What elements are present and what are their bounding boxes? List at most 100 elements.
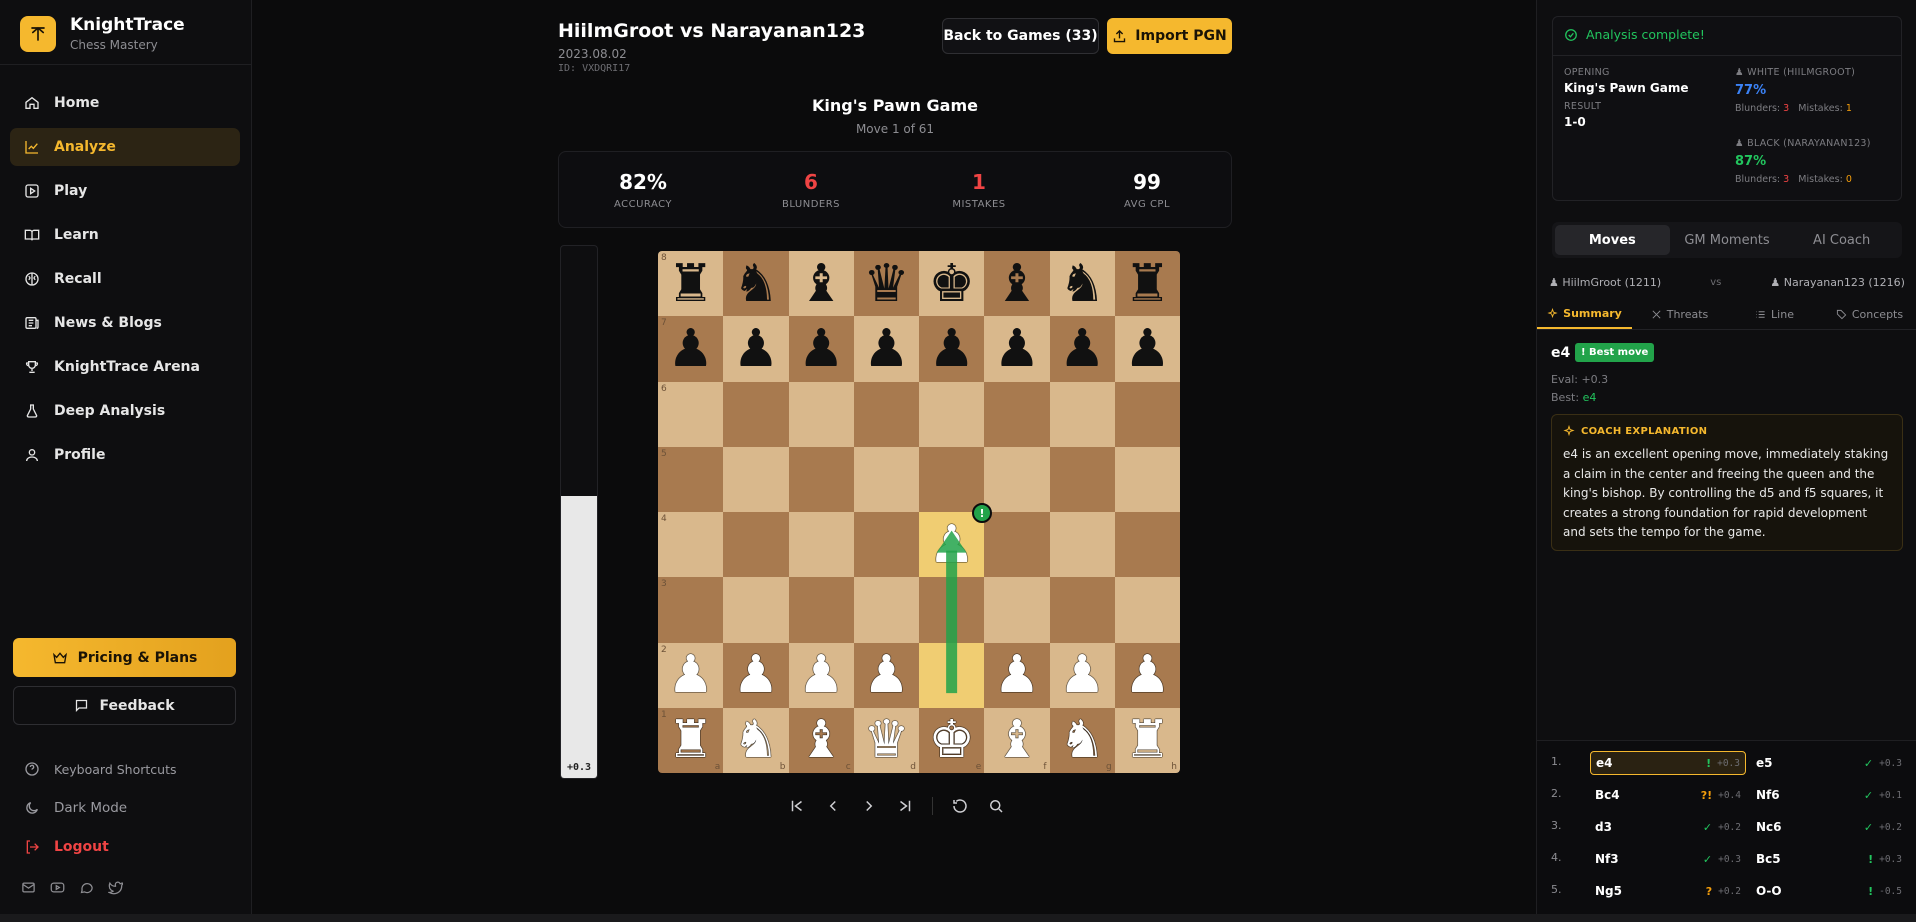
black-rook-piece[interactable]: ♜ bbox=[1124, 258, 1171, 310]
tab-moves[interactable]: Moves bbox=[1555, 225, 1670, 255]
square-d2[interactable]: ♟ bbox=[853, 642, 919, 708]
white-knight-piece[interactable]: ♞ bbox=[1059, 714, 1106, 766]
white-king-piece[interactable]: ♚ bbox=[928, 714, 975, 766]
white-rook-piece[interactable]: ♜ bbox=[1124, 714, 1171, 766]
square-c7[interactable]: ♟ bbox=[788, 316, 854, 382]
square-g6[interactable] bbox=[1049, 381, 1115, 447]
feedback-button[interactable]: Feedback bbox=[13, 686, 236, 725]
square-e6[interactable] bbox=[919, 381, 985, 447]
nav-item-play[interactable]: Play bbox=[10, 172, 240, 210]
black-rook-piece[interactable]: ♜ bbox=[667, 258, 714, 310]
white-pawn-piece[interactable]: ♟ bbox=[863, 649, 910, 701]
square-g7[interactable]: ♟ bbox=[1049, 316, 1115, 382]
square-h8[interactable]: ♜ bbox=[1114, 251, 1180, 317]
nav-item-news[interactable]: News & Blogs bbox=[10, 304, 240, 342]
nav-item-analyze[interactable]: Analyze bbox=[10, 128, 240, 166]
square-a6[interactable]: 6 bbox=[658, 381, 724, 447]
square-h3[interactable] bbox=[1114, 577, 1180, 643]
white-bishop-piece[interactable]: ♝ bbox=[798, 714, 845, 766]
black-knight-piece[interactable]: ♞ bbox=[1059, 258, 1106, 310]
square-c8[interactable]: ♝ bbox=[788, 251, 854, 317]
square-b6[interactable] bbox=[723, 381, 789, 447]
nav-item-recall[interactable]: Recall bbox=[10, 260, 240, 298]
square-e7[interactable]: ♟ bbox=[919, 316, 985, 382]
scrollbar-track[interactable] bbox=[0, 914, 1916, 922]
square-h5[interactable] bbox=[1114, 446, 1180, 512]
black-pawn-piece[interactable]: ♟ bbox=[928, 323, 975, 375]
nav-item-deep-analysis[interactable]: Deep Analysis bbox=[10, 392, 240, 430]
black-bishop-piece[interactable]: ♝ bbox=[798, 258, 845, 310]
square-f1[interactable]: f ♝ bbox=[984, 707, 1050, 773]
square-h2[interactable]: ♟ bbox=[1114, 642, 1180, 708]
square-g1[interactable]: g ♞ bbox=[1049, 707, 1115, 773]
prev-move-icon[interactable] bbox=[824, 797, 842, 815]
square-d5[interactable] bbox=[853, 446, 919, 512]
square-g3[interactable] bbox=[1049, 577, 1115, 643]
square-g2[interactable]: ♟ bbox=[1049, 642, 1115, 708]
black-move[interactable]: O-O ! -0.5 bbox=[1751, 879, 1907, 903]
nav-item-arena[interactable]: KnightTrace Arena bbox=[10, 348, 240, 386]
white-move[interactable]: Ng5 ? +0.2 bbox=[1590, 879, 1746, 903]
square-d1[interactable]: d ♛ bbox=[853, 707, 919, 773]
white-pawn-piece[interactable]: ♟ bbox=[667, 649, 714, 701]
square-h7[interactable]: ♟ bbox=[1114, 316, 1180, 382]
black-king-piece[interactable]: ♚ bbox=[928, 258, 975, 310]
square-h4[interactable] bbox=[1114, 512, 1180, 578]
square-a3[interactable]: 3 bbox=[658, 577, 724, 643]
white-pawn-piece[interactable]: ♟ bbox=[994, 649, 1041, 701]
black-pawn-piece[interactable]: ♟ bbox=[798, 323, 845, 375]
white-knight-piece[interactable]: ♞ bbox=[733, 714, 780, 766]
square-c5[interactable] bbox=[788, 446, 854, 512]
brand[interactable]: KnightTrace Chess Mastery bbox=[20, 15, 185, 52]
square-c2[interactable]: ♟ bbox=[788, 642, 854, 708]
white-bishop-piece[interactable]: ♝ bbox=[994, 714, 1041, 766]
square-a5[interactable]: 5 bbox=[658, 446, 724, 512]
square-f2[interactable]: ♟ bbox=[984, 642, 1050, 708]
white-queen-piece[interactable]: ♛ bbox=[863, 714, 910, 766]
first-move-icon[interactable] bbox=[788, 797, 806, 815]
mail-icon[interactable] bbox=[21, 880, 36, 895]
square-a4[interactable]: 4 bbox=[658, 512, 724, 578]
keyboard-shortcuts-link[interactable]: Keyboard Shortcuts bbox=[24, 761, 177, 777]
twitter-icon[interactable] bbox=[108, 880, 123, 895]
white-pawn-piece[interactable]: ♟ bbox=[1059, 649, 1106, 701]
chess-board[interactable]: 8 ♜ ♞ ♝ ♛ ♚ ♝ ♞ ♜ 7 ♟ ♟ ♟ ♟ ♟ ♟ ♟ ♟ 6 5 4 ♟ 3 2 ♟ ♟ ♟ ♟ ♟ ♟ ♟ 1 a ♜ b ♞ c ♝ d ♛… bbox=[658, 251, 1180, 773]
back-to-games-button[interactable]: Back to Games (33) bbox=[942, 18, 1099, 54]
next-move-icon[interactable] bbox=[860, 797, 878, 815]
black-queen-piece[interactable]: ♛ bbox=[863, 258, 910, 310]
nav-item-learn[interactable]: Learn bbox=[10, 216, 240, 254]
square-g5[interactable] bbox=[1049, 446, 1115, 512]
black-pawn-piece[interactable]: ♟ bbox=[1124, 323, 1171, 375]
white-pawn-piece[interactable]: ♟ bbox=[798, 649, 845, 701]
black-knight-piece[interactable]: ♞ bbox=[733, 258, 780, 310]
nav-item-profile[interactable]: Profile bbox=[10, 436, 240, 474]
square-f8[interactable]: ♝ bbox=[984, 251, 1050, 317]
square-b4[interactable] bbox=[723, 512, 789, 578]
square-e4[interactable]: ♟ bbox=[919, 512, 985, 578]
square-b5[interactable] bbox=[723, 446, 789, 512]
black-pawn-piece[interactable]: ♟ bbox=[994, 323, 1041, 375]
square-d7[interactable]: ♟ bbox=[853, 316, 919, 382]
black-pawn-piece[interactable]: ♟ bbox=[667, 323, 714, 375]
square-e5[interactable] bbox=[919, 446, 985, 512]
square-f3[interactable] bbox=[984, 577, 1050, 643]
tab-summary[interactable]: Summary bbox=[1537, 300, 1632, 329]
square-c3[interactable] bbox=[788, 577, 854, 643]
logout-button[interactable]: Logout bbox=[24, 839, 109, 855]
square-g4[interactable] bbox=[1049, 512, 1115, 578]
tab-ai-coach[interactable]: AI Coach bbox=[1784, 225, 1899, 255]
square-a7[interactable]: 7 ♟ bbox=[658, 316, 724, 382]
square-e3[interactable] bbox=[919, 577, 985, 643]
white-pawn-piece[interactable]: ♟ bbox=[928, 519, 975, 571]
black-move[interactable]: Nf6 ✓ +0.1 bbox=[1751, 783, 1907, 807]
black-pawn-piece[interactable]: ♟ bbox=[863, 323, 910, 375]
tab-line[interactable]: Line bbox=[1727, 300, 1822, 329]
square-d8[interactable]: ♛ bbox=[853, 251, 919, 317]
square-e8[interactable]: ♚ bbox=[919, 251, 985, 317]
square-a2[interactable]: 2 ♟ bbox=[658, 642, 724, 708]
white-move[interactable]: d3 ✓ +0.2 bbox=[1590, 815, 1746, 839]
black-move[interactable]: Nc6 ✓ +0.2 bbox=[1751, 815, 1907, 839]
square-h1[interactable]: h ♜ bbox=[1114, 707, 1180, 773]
square-c6[interactable] bbox=[788, 381, 854, 447]
white-pawn-piece[interactable]: ♟ bbox=[1124, 649, 1171, 701]
